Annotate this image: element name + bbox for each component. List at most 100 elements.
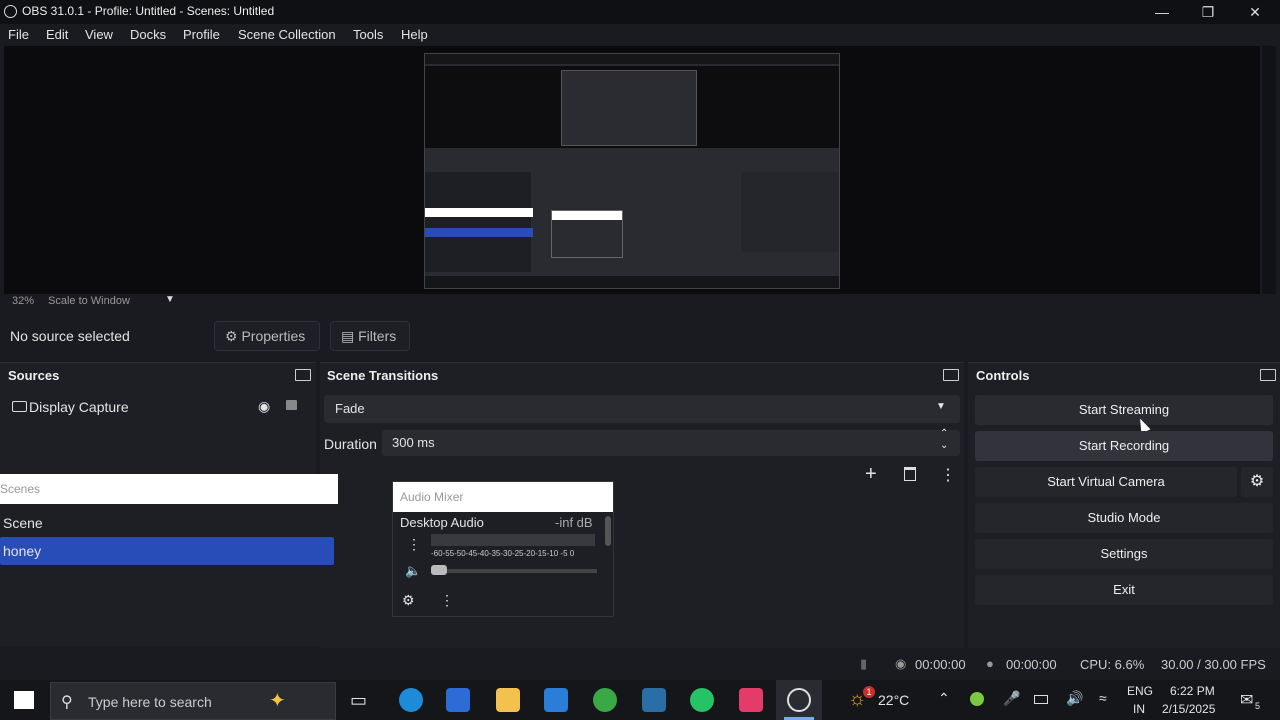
cpu-usage: CPU: 6.6% bbox=[1080, 657, 1145, 672]
tray-app-icon[interactable] bbox=[970, 692, 984, 706]
add-transition-icon[interactable]: + bbox=[865, 463, 877, 486]
stream-status-icon: ◉ bbox=[895, 656, 907, 671]
minimize-button[interactable]: — bbox=[1139, 0, 1185, 24]
exit-button[interactable]: Exit bbox=[975, 575, 1273, 605]
undock-sources-icon[interactable] bbox=[295, 369, 311, 381]
eye-icon[interactable]: ◉ bbox=[258, 398, 270, 415]
language-secondary[interactable]: IN bbox=[1133, 702, 1145, 716]
preview-nested-preview bbox=[561, 70, 697, 146]
mixer-more-icon[interactable]: ⋮ bbox=[440, 592, 454, 609]
slack-icon[interactable] bbox=[739, 688, 763, 712]
close-button[interactable]: ✕ bbox=[1232, 0, 1278, 24]
lock-icon[interactable] bbox=[286, 400, 297, 410]
properties-button[interactable]: ⚙ Properties bbox=[214, 321, 320, 351]
preview-scrollbar[interactable] bbox=[1262, 46, 1276, 296]
stepper-up-icon[interactable]: ⌃ bbox=[940, 428, 948, 439]
preview-canvas[interactable] bbox=[424, 53, 840, 289]
file-explorer-icon[interactable] bbox=[496, 688, 520, 712]
menu-tools[interactable]: Tools bbox=[353, 24, 383, 46]
search-highlight-icon: ✦ bbox=[269, 690, 286, 712]
duration-value: 300 ms bbox=[392, 435, 435, 450]
settings-button[interactable]: Settings bbox=[975, 539, 1273, 569]
notifications-icon[interactable]: ✉ bbox=[1240, 690, 1253, 710]
network-bars-icon: ▮ bbox=[860, 656, 868, 671]
edge-icon[interactable] bbox=[399, 688, 423, 712]
source-item[interactable]: Display Capture ◉ bbox=[10, 398, 310, 417]
mixer-meter bbox=[431, 534, 595, 546]
scenes-dock: Scenes Scene honey bbox=[0, 474, 338, 646]
filters-button[interactable]: ▤ Filters bbox=[330, 321, 410, 351]
mixer-level: -inf dB bbox=[555, 515, 593, 530]
menu-profile[interactable]: Profile bbox=[183, 24, 220, 46]
menu-bar: File Edit View Docks Profile Scene Colle… bbox=[0, 24, 1280, 46]
clock-time[interactable]: 6:22 PM bbox=[1170, 684, 1215, 698]
undock-controls-icon[interactable] bbox=[1260, 369, 1276, 381]
zoom-mode-select[interactable]: Scale to Window bbox=[48, 295, 130, 307]
preview-mini-taskbar bbox=[425, 276, 839, 288]
volume-slider[interactable] bbox=[431, 569, 597, 573]
microphone-icon[interactable]: 🎤 bbox=[1003, 690, 1020, 707]
duration-input[interactable]: 300 ms ⌃ ⌄ bbox=[382, 428, 960, 456]
tray-chevron-icon[interactable]: ⌃ bbox=[938, 690, 950, 707]
windows-start-icon[interactable] bbox=[14, 691, 34, 709]
transitions-title: Scene Transitions bbox=[327, 368, 439, 383]
menu-docks[interactable]: Docks bbox=[130, 24, 166, 46]
mixer-options-icon[interactable]: ⋮ bbox=[407, 536, 421, 553]
zoom-dropdown-icon[interactable]: ▼ bbox=[165, 294, 175, 305]
menu-file[interactable]: File bbox=[8, 24, 29, 46]
outlook-icon[interactable] bbox=[446, 688, 470, 712]
title-bar: OBS 31.0.1 - Profile: Untitled - Scenes:… bbox=[0, 0, 1280, 24]
chrome-icon[interactable] bbox=[593, 688, 617, 712]
stepper-down-icon[interactable]: ⌄ bbox=[940, 440, 948, 451]
record-status-icon: ● bbox=[986, 656, 994, 671]
snipping-tool-icon[interactable] bbox=[642, 688, 666, 712]
scene-item-selected[interactable]: honey bbox=[0, 537, 334, 565]
menu-help[interactable]: Help bbox=[401, 24, 428, 46]
studio-mode-button[interactable]: Studio Mode bbox=[975, 503, 1273, 533]
language-primary[interactable]: ENG bbox=[1127, 684, 1153, 698]
weather-badge: 1 bbox=[863, 686, 875, 698]
mixer-channel-name: Desktop Audio bbox=[400, 515, 484, 530]
battery-icon[interactable] bbox=[1034, 695, 1048, 704]
menu-edit[interactable]: Edit bbox=[46, 24, 68, 46]
menu-scene-collection[interactable]: Scene Collection bbox=[238, 24, 336, 46]
notification-count: 5 bbox=[1253, 701, 1263, 711]
window-title: OBS 31.0.1 - Profile: Untitled - Scenes:… bbox=[22, 4, 275, 18]
clock-date[interactable]: 2/15/2025 bbox=[1162, 702, 1215, 716]
duration-label: Duration bbox=[324, 436, 377, 452]
weather-temp: 22°C bbox=[878, 692, 910, 708]
restore-button[interactable]: ❐ bbox=[1185, 0, 1231, 24]
obs-icon bbox=[787, 688, 811, 712]
start-virtual-camera-button[interactable]: Start Virtual Camera bbox=[975, 467, 1237, 497]
menu-view[interactable]: View bbox=[85, 24, 113, 46]
start-recording-button[interactable]: Start Recording bbox=[975, 431, 1273, 461]
task-view-icon[interactable]: ▭ bbox=[350, 690, 367, 711]
virtual-camera-settings-icon[interactable]: ⚙ bbox=[1241, 467, 1273, 497]
gear-icon: ⚙ bbox=[225, 328, 238, 344]
scenes-title: Scenes bbox=[0, 474, 338, 504]
mute-icon[interactable]: 🔈 bbox=[405, 563, 421, 579]
scene-item[interactable]: Scene bbox=[0, 510, 334, 536]
fps-display: 30.00 / 30.00 FPS bbox=[1161, 657, 1266, 672]
transition-select-value: Fade bbox=[335, 401, 365, 416]
whatsapp-icon[interactable] bbox=[690, 688, 714, 712]
stream-time: 00:00:00 bbox=[915, 657, 966, 672]
volume-slider-handle[interactable] bbox=[431, 565, 447, 575]
wifi-icon[interactable]: ≈ bbox=[1099, 690, 1107, 706]
start-streaming-button[interactable]: Start Streaming bbox=[975, 395, 1273, 425]
transition-select[interactable]: Fade ▼ bbox=[324, 395, 960, 423]
filters-label: Filters bbox=[358, 328, 397, 344]
trash-icon[interactable] bbox=[904, 467, 916, 481]
preview-mini-controls bbox=[741, 172, 839, 252]
speaker-icon[interactable]: 🔊 bbox=[1066, 690, 1083, 707]
preview-mini-selected-scene bbox=[425, 228, 533, 237]
mixer-settings-icon[interactable]: ⚙ bbox=[402, 592, 415, 609]
mixer-scrollbar[interactable] bbox=[605, 516, 611, 546]
controls-title: Controls bbox=[976, 368, 1030, 383]
taskbar-search-box[interactable]: ⚲ Type here to search ✦ bbox=[50, 682, 336, 720]
vscode-icon[interactable] bbox=[544, 688, 568, 712]
undock-transitions-icon[interactable] bbox=[943, 369, 959, 381]
obs-taskbar-button[interactable] bbox=[776, 680, 822, 720]
more-options-icon[interactable]: ⋮ bbox=[940, 465, 956, 485]
preview-titlebar bbox=[425, 54, 839, 64]
